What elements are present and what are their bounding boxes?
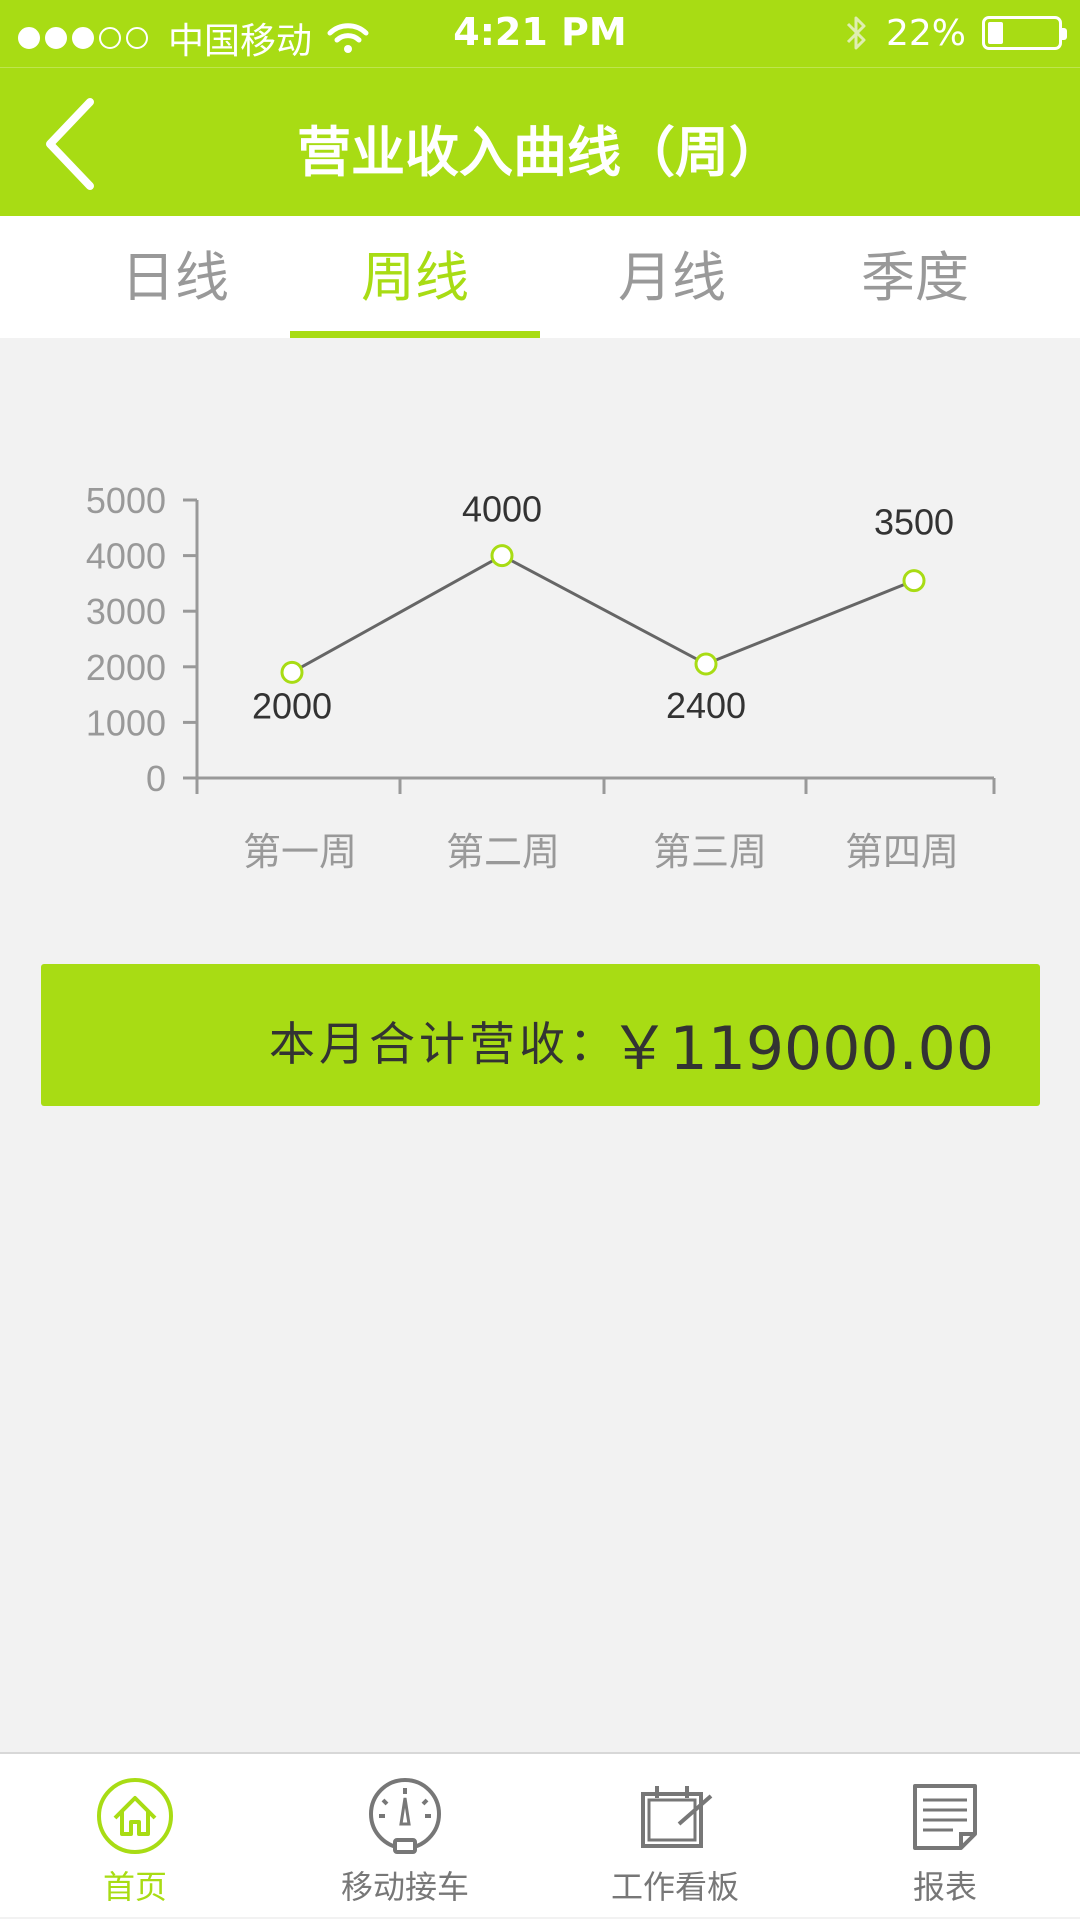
home-icon [97,1778,173,1854]
tab-monthly[interactable]: 月线 [547,216,797,338]
x-tick-label: 第一周 [243,830,357,874]
data-label: 2000 [252,685,332,726]
tabbar-label: 报表 [912,1868,977,1906]
y-tick-label: 1000 [86,702,166,743]
revenue-chart: 0 1000 2000 3000 4000 5000 第一周 第二周 第三周 第四周 2000 400… [0,460,1080,900]
y-tick-label: 2000 [86,647,166,688]
tabbar-label: 工作看板 [610,1868,739,1906]
status-bar: 中国移动 4:21 PM 22% [0,0,1080,68]
x-tick-label: 第四周 [845,830,959,874]
battery-icon [982,16,1067,50]
data-label: 2400 [666,685,746,726]
y-tick-label: 5000 [86,480,166,521]
tab-weekly[interactable]: 周线 [290,216,540,338]
bluetooth-icon [846,16,866,50]
battery-percent: 22% [885,12,966,54]
y-tick-label: 3000 [86,591,166,632]
tab-quarterly[interactable]: 季度 [790,216,1040,338]
y-tick-label: 4000 [86,536,166,577]
gauge-icon [369,1778,441,1854]
monthly-total-value: ￥119000.00 [609,1014,994,1084]
monthly-total-bar: 本月合计营收： ￥119000.00 [41,964,1040,1106]
y-tick-label: 0 [146,758,166,799]
data-label: 4000 [462,489,542,530]
board-icon [641,1786,713,1848]
data-point [694,652,718,676]
tab-active-indicator [290,331,540,338]
x-tick-label: 第三周 [653,830,767,874]
series-line [291,553,915,674]
tabbar-reports[interactable]: 报表 [810,1754,1080,1919]
tabbar-home[interactable]: 首页 [0,1754,270,1919]
data-point [280,660,304,684]
monthly-total-label: 本月合计营收： [269,1017,619,1071]
period-tabs: 日线 周线 月线 季度 [0,216,1080,338]
report-icon [913,1784,977,1850]
bottom-tabbar: 首页 移动接车 工作看板 报表 [0,1752,1080,1917]
x-tick-label: 第二周 [446,830,560,874]
header: 中国移动 4:21 PM 22% 营业收入曲线（周） [0,0,1080,216]
tabbar-label: 首页 [102,1868,167,1906]
tab-daily[interactable]: 日线 [50,216,300,338]
tabbar-label: 移动接车 [340,1868,469,1906]
data-point [902,569,926,593]
tabbar-work-board[interactable]: 工作看板 [540,1754,810,1919]
page-title: 营业收入曲线（周） [297,121,783,184]
revenue-line-chart: 0 1000 2000 3000 4000 5000 第一周 第二周 第三周 第四周 2000 400… [86,480,996,874]
data-point [490,544,514,568]
tabbar-mobile-checkin[interactable]: 移动接车 [270,1754,540,1919]
data-label: 3500 [874,502,954,543]
status-right: 22% [844,12,1067,54]
